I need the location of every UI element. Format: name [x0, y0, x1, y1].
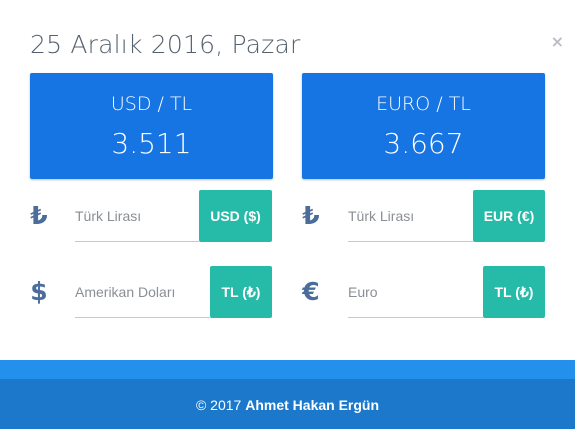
currency-converter-modal: 25 Aralık 2016, Pazar × USD / TL 3.511 E… — [0, 0, 575, 429]
turkish-lira-icon: ₺ — [302, 201, 320, 230]
eur-to-tl-input[interactable] — [348, 266, 483, 317]
page-title: 25 Aralık 2016, Pazar — [30, 30, 301, 59]
usd-to-tl-field[interactable] — [75, 266, 210, 318]
convert-eur-to-tl-button[interactable]: TL (₺) — [483, 266, 545, 318]
turkish-lira-icon: ₺ — [30, 201, 48, 230]
usd-tl-pair-label: USD / TL — [110, 93, 193, 115]
eur-to-tl-field[interactable] — [348, 266, 483, 318]
convert-to-usd-button[interactable]: USD ($) — [199, 190, 272, 242]
close-icon[interactable]: × — [551, 32, 564, 51]
euro-icon: € — [302, 277, 320, 306]
tl-to-eur-field[interactable] — [348, 190, 473, 242]
usd-tl-rate-card: USD / TL 3.511 — [30, 73, 273, 179]
convert-to-eur-button[interactable]: EUR (€) — [473, 190, 545, 242]
footer-divider-strip — [0, 360, 575, 379]
footer: © 2017 Ahmet Hakan Ergün — [0, 379, 575, 429]
eur-tl-pair-label: EURO / TL — [376, 93, 471, 115]
usd-to-tl-input[interactable] — [75, 266, 210, 317]
tl-to-usd-field[interactable] — [75, 190, 199, 242]
dollar-icon: $ — [30, 277, 48, 306]
author-name: Ahmet Hakan Ergün — [245, 397, 380, 413]
eur-tl-rate-card: EURO / TL 3.667 — [302, 73, 545, 179]
eur-tl-rate-value: 3.667 — [383, 127, 464, 160]
copyright-text: © 2017 — [195, 397, 242, 413]
tl-to-eur-input[interactable] — [348, 190, 473, 241]
convert-usd-to-tl-button[interactable]: TL (₺) — [210, 266, 272, 318]
usd-tl-rate-value: 3.511 — [111, 127, 192, 160]
tl-to-usd-input[interactable] — [75, 190, 199, 241]
